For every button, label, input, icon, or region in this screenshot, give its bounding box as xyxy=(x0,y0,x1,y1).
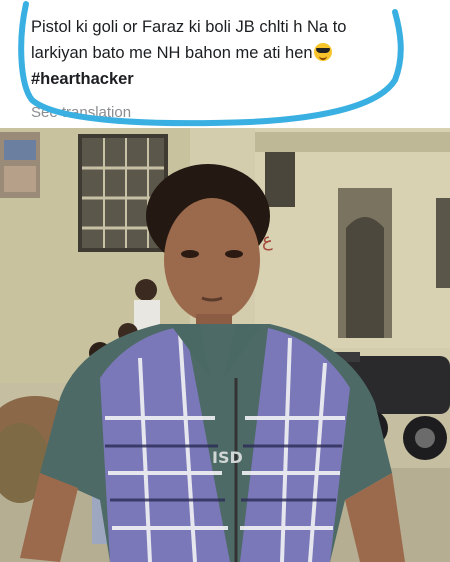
post-photo[interactable]: ع ISD xyxy=(0,128,450,562)
post-text-line-1: Pistol ki goli or Faraz ki boli JB chlti… xyxy=(31,18,347,36)
post-caption-area: Pistol ki goli or Faraz ki boli JB chlti… xyxy=(0,0,450,128)
arched-doorway xyxy=(338,188,392,338)
post-text-line-2: larkiyan bato me NH bahon me ati hen xyxy=(31,40,431,66)
see-translation-link[interactable]: See translation xyxy=(31,104,131,121)
shirt-print: ISD xyxy=(212,448,243,467)
post-text: Pistol ki goli or Faraz ki boli JB chlti… xyxy=(31,14,431,92)
wall-poster xyxy=(0,132,40,198)
sunglasses-face-icon xyxy=(313,43,332,61)
photo-scene: ع ISD xyxy=(0,128,450,562)
post-hashtag-line: #hearthacker xyxy=(31,66,431,92)
post-text-line-2-text: larkiyan bato me NH bahon me ati hen xyxy=(31,44,313,62)
hashtag-link[interactable]: #hearthacker xyxy=(31,66,134,92)
